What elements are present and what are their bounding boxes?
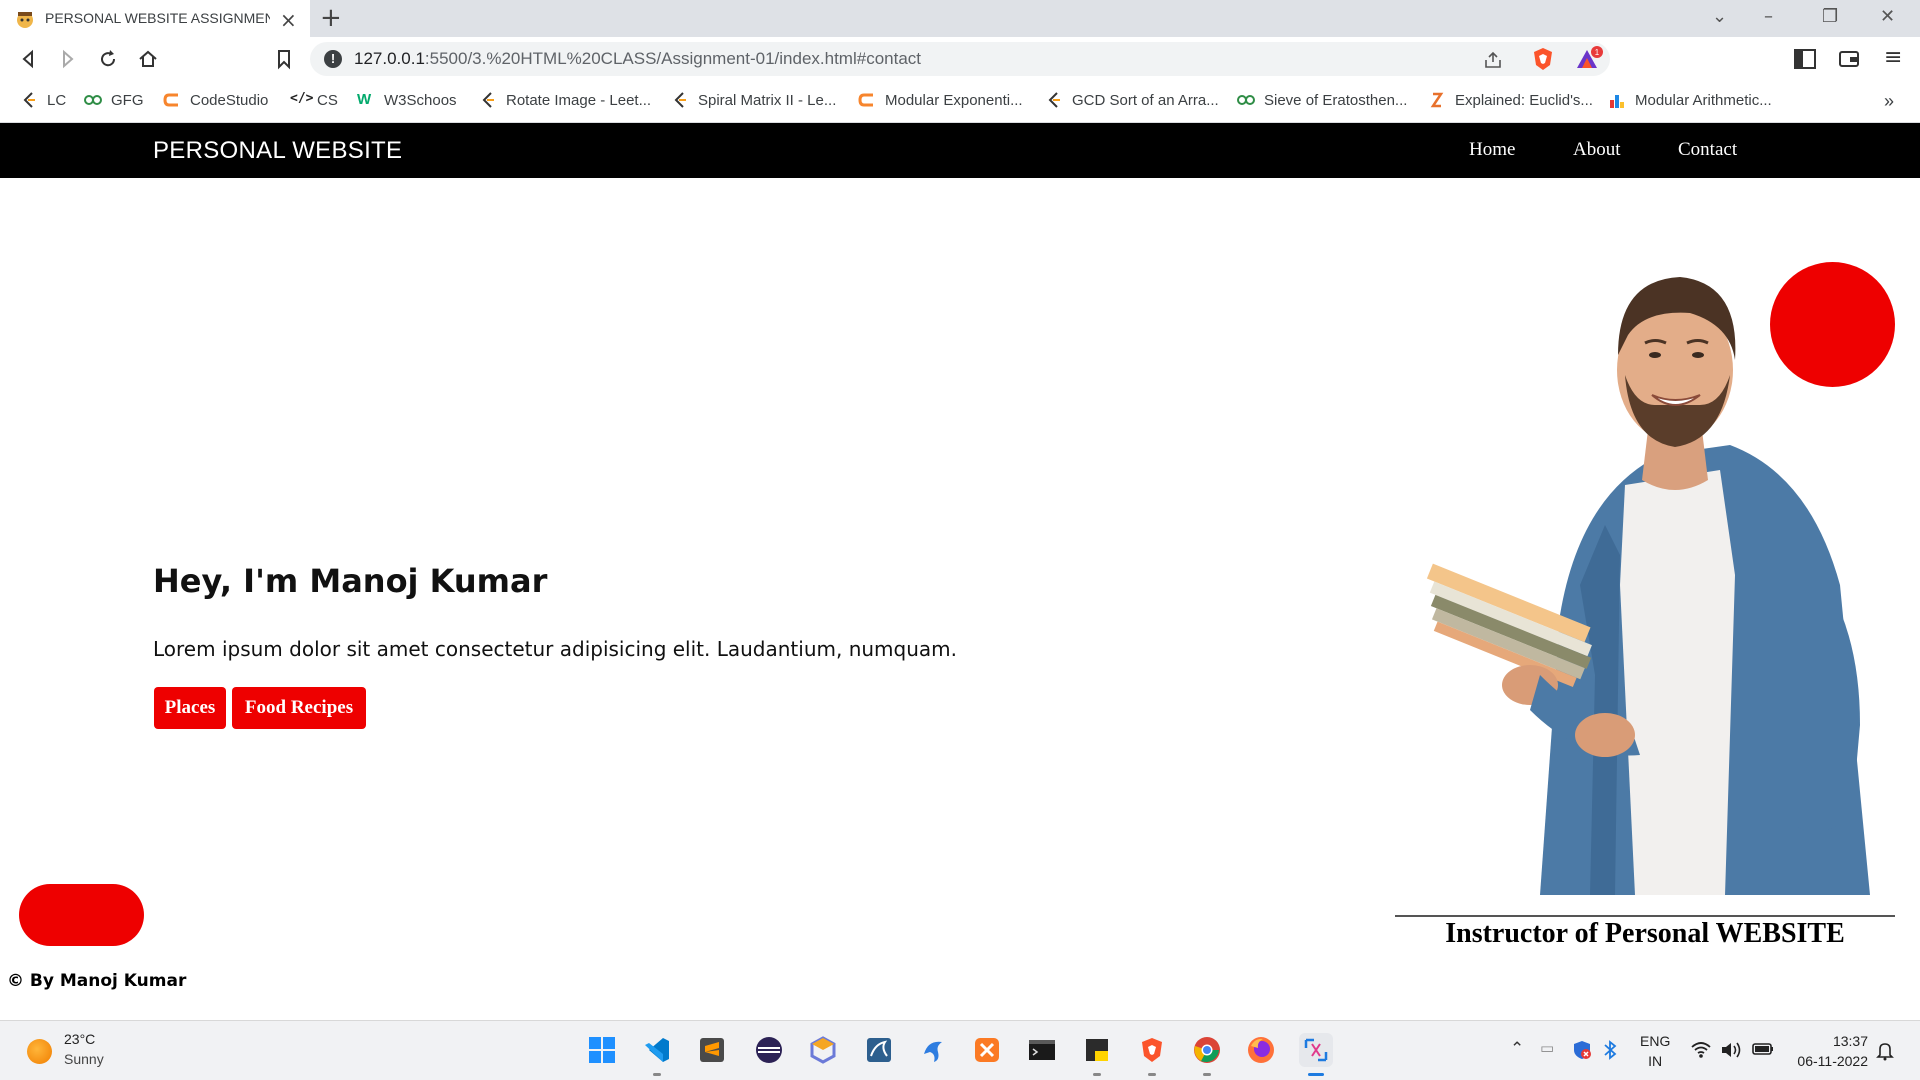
hero-title: Hey, I'm Manoj Kumar: [153, 562, 548, 600]
leetcode-icon: [671, 91, 689, 109]
gfg-icon: [1237, 91, 1255, 109]
food-recipes-button[interactable]: Food Recipes: [232, 687, 366, 729]
w3schools-icon: W: [357, 91, 372, 108]
leetcode-icon: [479, 91, 497, 109]
restore-icon[interactable]: ❐: [1822, 6, 1838, 27]
windows-start-icon[interactable]: [585, 1033, 619, 1067]
decorative-red-circle: [1770, 262, 1895, 387]
forward-icon[interactable]: [56, 47, 80, 71]
running-indicator: [1148, 1073, 1156, 1076]
scaler-icon: [1428, 91, 1446, 109]
running-indicator: [653, 1073, 661, 1076]
running-indicator: [1203, 1073, 1211, 1076]
terminal-icon[interactable]: [1025, 1033, 1059, 1067]
bookmark-item[interactable]: Modular Exponenti...: [858, 91, 1023, 109]
active-indicator: [1308, 1073, 1324, 1076]
back-icon[interactable]: [16, 47, 40, 71]
codestudio-icon: [858, 91, 876, 109]
bookmark-item[interactable]: Spiral Matrix II - Le...: [671, 91, 836, 109]
tab-favicon-icon: [17, 12, 33, 28]
sidebar-icon[interactable]: [1794, 49, 1816, 69]
wallet-icon[interactable]: [1838, 49, 1860, 69]
nav-link-contact[interactable]: Contact: [1678, 139, 1737, 161]
notification-icon[interactable]: ▭: [1540, 1039, 1554, 1057]
notification-bell-icon[interactable]: [1876, 1041, 1894, 1061]
leetcode-icon: [20, 91, 38, 109]
leetcode-icon: [1045, 91, 1063, 109]
bookmark-item[interactable]: Modular Arithmetic...: [1608, 91, 1772, 109]
menu-icon[interactable]: ≡: [1884, 45, 1902, 70]
weather-temperature[interactable]: 23°C: [64, 1031, 95, 1047]
bookmark-item[interactable]: Rotate Image - Leet...: [479, 91, 651, 109]
site-info-icon[interactable]: !: [324, 50, 342, 68]
weather-condition[interactable]: Sunny: [64, 1051, 104, 1067]
battery-icon[interactable]: [1752, 1041, 1774, 1057]
mysql-icon[interactable]: [862, 1033, 896, 1067]
bluetooth-icon[interactable]: [1603, 1040, 1617, 1060]
bookmark-page-icon[interactable]: [272, 47, 296, 71]
decorative-red-pill: [19, 884, 144, 946]
tab-search-icon[interactable]: ⌄: [1712, 6, 1727, 27]
firefox-icon[interactable]: [1244, 1033, 1278, 1067]
gfg-icon: [84, 91, 102, 109]
clock[interactable]: 13:37 06-11-2022: [1790, 1031, 1868, 1071]
sticky-notes-icon[interactable]: [1080, 1033, 1114, 1067]
nav-link-about[interactable]: About: [1573, 139, 1621, 161]
security-shield-icon[interactable]: [1572, 1040, 1592, 1060]
running-indicator: [1093, 1073, 1101, 1076]
eclipse-icon[interactable]: [752, 1033, 786, 1067]
brave-rewards-icon[interactable]: 1: [1574, 46, 1604, 72]
bookmark-item[interactable]: GFG: [84, 91, 144, 109]
tab-strip: PERSONAL WEBSITE ASSIGNMENT × + ⌄ – ❐ ✕: [0, 0, 1920, 37]
snipping-tool-icon[interactable]: [1299, 1033, 1333, 1067]
browser-toolbar: ! 127.0.0.1:5500/3.%20HTML%20CLASS/Assig…: [0, 37, 1920, 81]
new-tab-icon[interactable]: +: [320, 3, 342, 33]
bookmark-item[interactable]: W W3Schoos: [357, 91, 457, 109]
sun-icon[interactable]: [27, 1039, 52, 1064]
nav-link-home[interactable]: Home: [1469, 139, 1515, 161]
more-bookmarks-icon[interactable]: »: [1884, 91, 1894, 112]
close-tab-icon[interactable]: ×: [280, 8, 297, 32]
url-text: 127.0.0.1:5500/3.%20HTML%20CLASS/Assignm…: [354, 49, 922, 68]
share-icon[interactable]: [1483, 50, 1503, 70]
bookmark-item[interactable]: GCD Sort of an Arra...: [1045, 91, 1219, 109]
wifi-icon[interactable]: [1690, 1040, 1712, 1060]
bookmark-item[interactable]: LC: [20, 91, 66, 109]
brave-shields-icon[interactable]: [1530, 46, 1556, 72]
taskbar: 23°C Sunny ⌃ ▭ ENG IN 13:37 06-11-2022: [0, 1020, 1920, 1080]
close-window-icon[interactable]: ✕: [1880, 6, 1895, 27]
codestudio-icon: [163, 91, 181, 109]
photo-caption: Instructor of Personal WEBSITE: [1445, 918, 1845, 949]
vscode-icon[interactable]: [640, 1033, 674, 1067]
site-brand[interactable]: PERSONAL WEBSITE: [153, 137, 402, 165]
caption-divider: [1395, 915, 1895, 917]
chevron-up-icon[interactable]: ⌃: [1510, 1039, 1524, 1059]
bookmark-item[interactable]: Sieve of Eratosthen...: [1237, 91, 1407, 109]
places-button[interactable]: Places: [154, 687, 226, 729]
bookmarks-bar: LC GFG CodeStudio </> CS W W3Schoos Rotate…: [0, 81, 1920, 123]
code-icon: </>: [290, 91, 314, 106]
brave-icon[interactable]: [1135, 1033, 1169, 1067]
dolphin-icon[interactable]: [917, 1033, 951, 1067]
reload-icon[interactable]: [96, 47, 120, 71]
svg-text:1: 1: [1595, 48, 1600, 57]
bookmark-item[interactable]: CodeStudio: [163, 91, 268, 109]
tab-title: PERSONAL WEBSITE ASSIGNMENT: [45, 10, 270, 26]
chart-icon: [1608, 91, 1626, 109]
sublime-icon[interactable]: [695, 1033, 729, 1067]
bookmark-item[interactable]: </> CS: [290, 91, 338, 109]
site-navbar: PERSONAL WEBSITE Home About Contact: [0, 123, 1920, 178]
home-icon[interactable]: [136, 47, 160, 71]
cube-icon[interactable]: [806, 1033, 840, 1067]
address-bar[interactable]: ! 127.0.0.1:5500/3.%20HTML%20CLASS/Assig…: [310, 42, 1610, 76]
xampp-icon[interactable]: [970, 1033, 1004, 1067]
volume-icon[interactable]: [1720, 1040, 1742, 1060]
hero-text: Lorem ipsum dolor sit amet consectetur a…: [153, 637, 958, 661]
chrome-icon[interactable]: [1190, 1033, 1224, 1067]
bookmark-item[interactable]: Explained: Euclid's...: [1428, 91, 1593, 109]
language-indicator[interactable]: ENG IN: [1640, 1031, 1670, 1071]
minimize-icon[interactable]: –: [1764, 6, 1773, 27]
browser-tab[interactable]: PERSONAL WEBSITE ASSIGNMENT ×: [0, 0, 310, 37]
footer-copyright: © By Manoj Kumar: [7, 971, 187, 991]
